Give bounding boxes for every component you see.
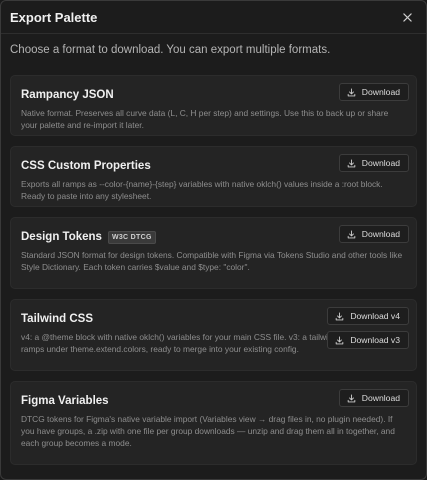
- format-description: Standard JSON format for design tokens. …: [21, 250, 403, 272]
- download-icon: [347, 229, 356, 239]
- dialog-intro: Choose a format to download. You can exp…: [10, 44, 331, 56]
- download-icon: [335, 335, 344, 345]
- dialog-header: Export Palette: [1, 1, 426, 34]
- download-icon: [347, 158, 356, 168]
- format-title-text: CSS Custom Properties: [21, 160, 151, 172]
- format-title: Rampancy JSON: [21, 87, 321, 103]
- close-button[interactable]: [398, 8, 416, 26]
- format-actions: Download: [338, 225, 409, 243]
- download-button[interactable]: Download: [338, 154, 409, 172]
- download-icon: [347, 87, 356, 97]
- format-description: Native format. Preserves all curve data …: [21, 108, 389, 130]
- format-title: Tailwind CSS: [21, 311, 321, 327]
- format-description: DTCG tokens for Figma's native variable …: [21, 414, 395, 448]
- format-list: Rampancy JSON Native format. Preserves al…: [1, 75, 426, 465]
- download-button-label: Download: [361, 87, 400, 97]
- download-button-label: Download: [361, 229, 400, 239]
- format-actions: Download: [338, 83, 409, 101]
- format-title: Design Tokens W3C DTCG: [21, 229, 321, 245]
- format-actions: Download v4 Download v3: [327, 307, 409, 349]
- format-card: Design Tokens W3C DTCG Standard JSON forma…: [10, 217, 417, 289]
- download-button[interactable]: Download v3: [327, 331, 409, 349]
- format-title-text: Rampancy JSON: [21, 89, 114, 101]
- download-icon: [335, 311, 344, 321]
- download-button-label: Download: [361, 158, 400, 168]
- format-title-text: Tailwind CSS: [21, 313, 93, 325]
- format-card: Figma Variables DTCG tokens for Figma's n…: [10, 381, 417, 465]
- format-card: Rampancy JSON Native format. Preserves al…: [10, 75, 417, 136]
- download-button-label: Download v4: [350, 311, 400, 321]
- download-button-label: Download v3: [350, 335, 400, 345]
- format-card: CSS Custom Properties Exports all ramps a…: [10, 146, 417, 207]
- format-title: Figma Variables: [21, 393, 321, 409]
- download-button[interactable]: Download v4: [327, 307, 409, 325]
- format-badge: W3C DTCG: [107, 230, 156, 244]
- format-title-text: Figma Variables: [21, 395, 109, 407]
- download-button-label: Download: [361, 393, 400, 403]
- format-card: Tailwind CSS v4: a @theme block with nati…: [10, 299, 417, 371]
- format-description: Exports all ramps as --color-{name}-{ste…: [21, 179, 383, 201]
- download-button[interactable]: Download: [338, 389, 409, 407]
- format-title: CSS Custom Properties: [21, 158, 321, 174]
- dialog-title: Export Palette: [10, 9, 98, 25]
- format-actions: Download: [338, 389, 409, 407]
- close-icon: [402, 12, 412, 22]
- format-title-text: Design Tokens: [21, 231, 102, 243]
- export-palette-dialog: Export Palette Choose a format to downlo…: [0, 0, 427, 480]
- download-button[interactable]: Download: [338, 83, 409, 101]
- download-icon: [347, 393, 356, 403]
- format-actions: Download: [338, 154, 409, 172]
- download-button[interactable]: Download: [338, 225, 409, 243]
